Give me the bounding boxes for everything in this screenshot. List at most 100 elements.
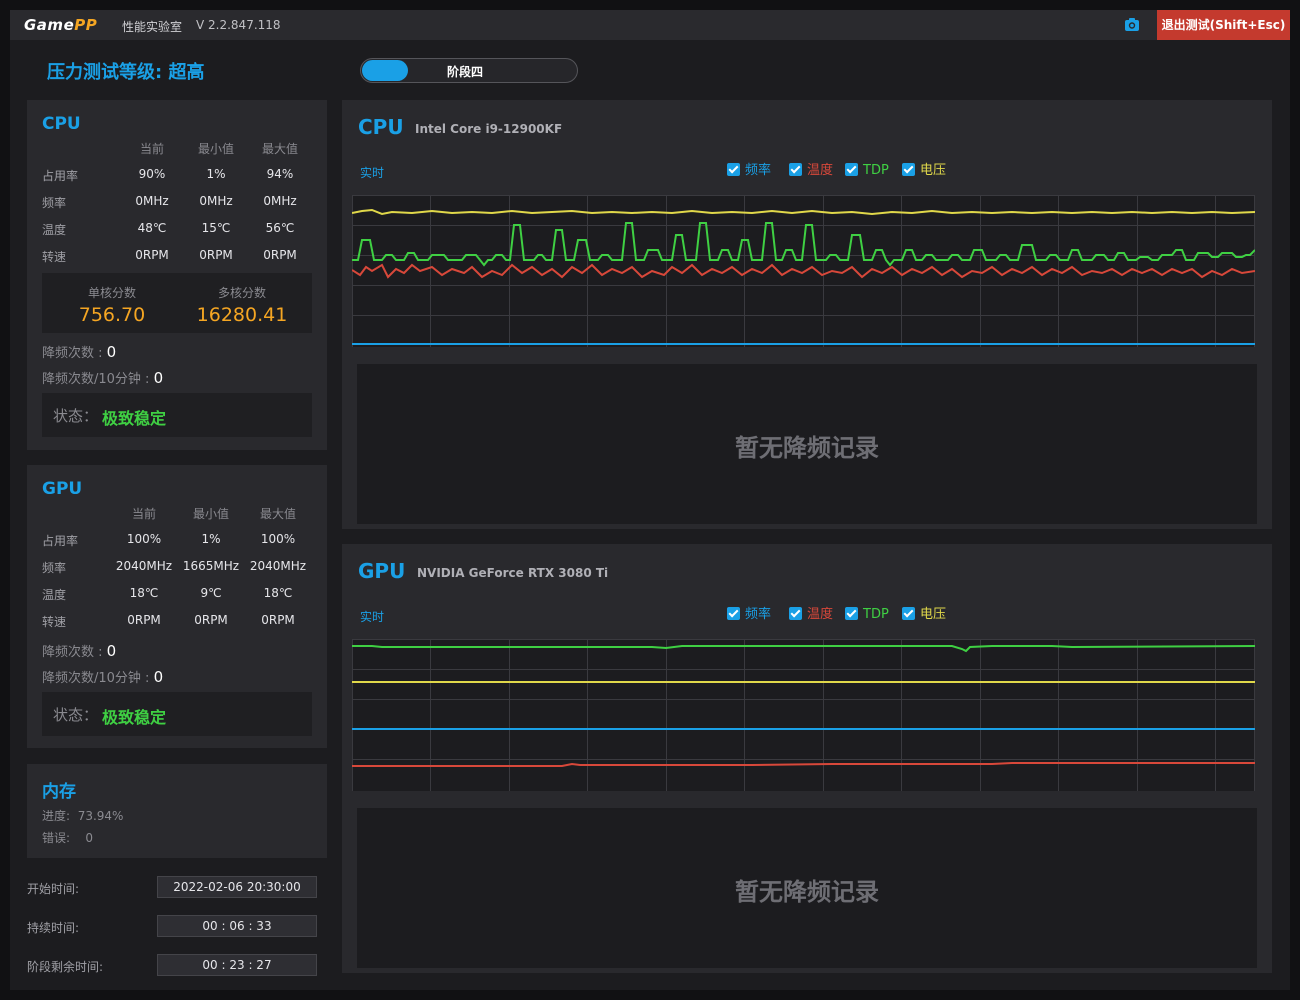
start-time-label: 开始时间: (27, 882, 80, 896)
cpu-throttle-count: 降频次数 : 0 (42, 343, 117, 361)
stat-value: 94% (266, 167, 294, 181)
cpu-panel-title: CPU (42, 114, 81, 134)
memory-progress: 进度: 73.94% (42, 809, 124, 823)
stat-value: 15℃ (201, 221, 231, 235)
cpu-chart-panel: CPU Intel Core i9-12900KF 实时 频率 温度 TDP 电… (342, 100, 1272, 529)
gpu-throttle-per-10min: 降频次数/10分钟 : 0 (42, 668, 164, 686)
stage-remaining-label: 阶段剩余时间: (27, 960, 104, 974)
camera-icon[interactable] (1122, 16, 1142, 34)
app-logo: GamePP (24, 16, 98, 34)
checkbox-checked-icon (902, 607, 915, 620)
stage-label: 阶段四 (447, 65, 484, 79)
stat-label-usage: 占用率 (42, 534, 79, 548)
gpu-no-record-text: 暂无降频记录 (735, 878, 879, 906)
gpu-model-name: NVIDIA GeForce RTX 3080 Ti (417, 566, 609, 580)
stat-value: 0RPM (127, 613, 161, 627)
checkbox-checked-icon (789, 163, 802, 176)
checkbox-checked-icon (902, 163, 915, 176)
status-value: 极致稳定 (102, 409, 167, 428)
stat-value: 1% (201, 532, 221, 546)
checkbox-checked-icon (727, 163, 740, 176)
gpu-panel-title: GPU (42, 479, 83, 499)
gpu-realtime-chart (352, 639, 1255, 791)
status-label: 状态： (53, 706, 99, 724)
legend-frequency-checkbox[interactable]: 频率 (727, 607, 771, 623)
stat-value: 2040MHz (249, 559, 307, 573)
status-label: 状态： (53, 407, 99, 425)
app-window: GamePP 性能实验室 V 2.2.847.118 退出测试(Shift+Es… (10, 10, 1290, 990)
duration-label: 持续时间: (27, 921, 80, 935)
stage-remaining-value: 00 : 23 : 27 (157, 954, 317, 976)
stat-value: 0MHz (263, 194, 297, 208)
start-time-value: 2022-02-06 20:30:00 (157, 876, 317, 898)
app-version: V 2.2.847.118 (196, 18, 281, 32)
stat-value: 100% (260, 532, 296, 546)
legend-tdp-checkbox[interactable]: TDP (845, 607, 889, 623)
stage-progress-fill (362, 60, 408, 81)
stat-value: 0MHz (135, 194, 169, 208)
cpu-throttle-records: 暂无降频记录 (357, 364, 1257, 524)
cpu-no-record-text: 暂无降频记录 (735, 434, 879, 462)
cpu-throttle-per-10min: 降频次数/10分钟 : 0 (42, 369, 164, 387)
gpu-chart-title: GPU (358, 559, 406, 583)
stat-label-temperature: 温度 (42, 223, 67, 237)
checkbox-checked-icon (727, 607, 740, 620)
stat-header-min: 最小值 (197, 142, 234, 156)
stat-label-fan-speed: 转速 (42, 250, 67, 264)
stat-header-current: 当前 (131, 507, 156, 521)
stat-label-fan-speed: 转速 (42, 615, 67, 629)
legend-tdp-checkbox[interactable]: TDP (845, 163, 889, 179)
stat-label-frequency: 频率 (42, 561, 67, 575)
title-bar: GamePP 性能实验室 V 2.2.847.118 退出测试(Shift+Es… (10, 10, 1290, 40)
cpu-stats-panel: CPU 当前 最小值 最大值 占用率 90% 1% 94% 频率 0MHz 0M… (27, 100, 327, 450)
stat-value: 18℃ (263, 586, 293, 600)
stat-value: 90% (138, 167, 166, 181)
stat-value: 2040MHz (115, 559, 173, 573)
checkbox-checked-icon (789, 607, 802, 620)
stat-value: 1665MHz (182, 559, 240, 573)
legend-temperature-checkbox[interactable]: 温度 (789, 163, 833, 179)
cpu-realtime-chart (352, 195, 1255, 347)
cpu-score-box: 单核分数 756.70 多核分数 16280.41 (42, 273, 312, 333)
single-core-score: 756.70 (78, 304, 146, 326)
stat-header-current: 当前 (139, 142, 164, 156)
stat-value: 100% (126, 532, 162, 546)
stat-value: 1% (206, 167, 226, 181)
checkbox-checked-icon (845, 607, 858, 620)
realtime-label: 实时 (360, 166, 385, 180)
exit-test-button[interactable]: 退出测试(Shift+Esc) (1157, 10, 1290, 40)
legend-frequency-checkbox[interactable]: 频率 (727, 163, 771, 179)
stat-value: 0MHz (199, 194, 233, 208)
legend-voltage-checkbox[interactable]: 电压 (902, 607, 946, 623)
stress-level-title: 压力测试等级: 超高 (47, 62, 205, 83)
stat-label-usage: 占用率 (42, 169, 79, 183)
stat-value: 56℃ (265, 221, 295, 235)
stat-label-frequency: 频率 (42, 196, 67, 210)
stat-value: 0RPM (263, 248, 297, 262)
stat-value: 18℃ (129, 586, 159, 600)
stat-value: 0RPM (199, 248, 233, 262)
cpu-chart-title: CPU (358, 115, 404, 139)
stat-header-max: 最大值 (261, 142, 298, 156)
gpu-stats-panel: GPU 当前 最小值 最大值 占用率 100% 1% 100% 频率 2040M… (27, 465, 327, 748)
multi-core-score: 16280.41 (196, 304, 288, 326)
app-name: 性能实验室 (122, 20, 183, 34)
stat-header-min: 最小值 (192, 507, 229, 521)
stat-value: 0RPM (135, 248, 169, 262)
gpu-chart-panel: GPU NVIDIA GeForce RTX 3080 Ti 实时 频率 温度 … (342, 544, 1272, 973)
stage-indicator: 阶段四 (360, 58, 578, 83)
single-core-score-label: 单核分数 (87, 286, 136, 300)
duration-value: 00 : 06 : 33 (157, 915, 317, 937)
memory-errors: 错误: 0 (42, 831, 93, 845)
gpu-status-box: 状态： 极致稳定 (42, 692, 312, 736)
gpu-throttle-count: 降频次数 : 0 (42, 642, 117, 660)
stat-header-max: 最大值 (259, 507, 296, 521)
realtime-label: 实时 (360, 610, 385, 624)
stat-value: 0RPM (194, 613, 228, 627)
legend-voltage-checkbox[interactable]: 电压 (902, 163, 946, 179)
stat-value: 48℃ (137, 221, 167, 235)
stat-value: 9℃ (200, 586, 222, 600)
legend-temperature-checkbox[interactable]: 温度 (789, 607, 833, 623)
stat-label-temperature: 温度 (42, 588, 67, 602)
multi-core-score-label: 多核分数 (217, 286, 266, 300)
